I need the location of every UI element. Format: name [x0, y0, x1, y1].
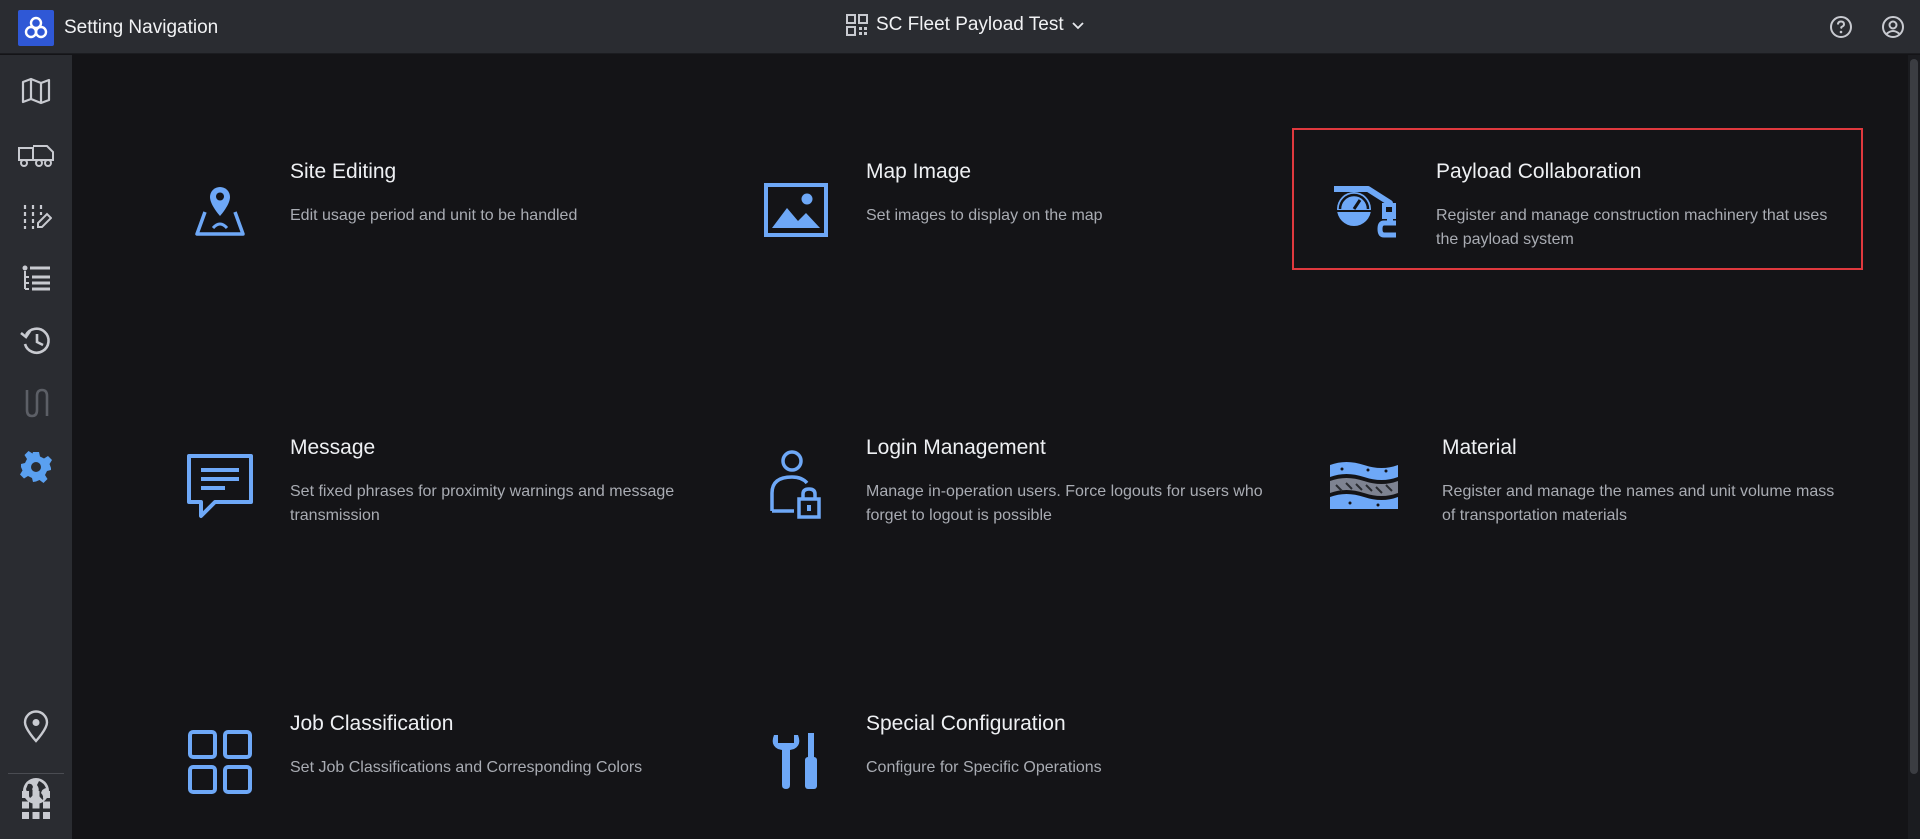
card-description: Edit usage period and unit to be handled	[290, 207, 578, 224]
card-title: Payload Collaboration	[1436, 160, 1642, 183]
history-icon	[20, 327, 50, 354]
truck-icon	[18, 145, 54, 167]
card-login-management[interactable]: Login Management Manage in-operation use…	[718, 406, 1278, 542]
qr-grid-icon	[846, 14, 868, 36]
edit-settings-icon	[23, 205, 52, 229]
sidebar-item-map[interactable]	[0, 65, 72, 117]
card-material[interactable]: Material Register and manage the names a…	[1292, 406, 1852, 542]
sidebar-item-list[interactable]	[0, 253, 72, 305]
chevron-down-icon	[1072, 22, 1084, 30]
map-icon	[21, 77, 51, 105]
site-editing-icon	[184, 174, 256, 246]
brand: Setting Navigation	[18, 10, 218, 46]
card-payload-collaboration[interactable]: Payload Collaboration Register and manag…	[1292, 128, 1863, 270]
card-site-editing[interactable]: Site Editing Edit usage period and unit …	[142, 130, 702, 266]
material-layers-icon	[1328, 450, 1400, 522]
settings-icon	[20, 451, 52, 483]
card-special-configuration[interactable]: Special Configuration Configure for Spec…	[718, 682, 1278, 818]
sidebar-item-vehicles[interactable]	[0, 128, 72, 180]
account-icon[interactable]	[1880, 14, 1906, 40]
card-title: Map Image	[866, 160, 972, 183]
card-description: Set images to display on the map	[866, 207, 1103, 224]
top-bar: Setting Navigation SC Fleet Payload Test	[0, 0, 1920, 54]
sidebar-item-route[interactable]	[0, 377, 72, 429]
card-title: Site Editing	[290, 160, 397, 183]
tools-icon	[760, 726, 832, 798]
sidebar-item-edit-settings[interactable]	[0, 191, 72, 243]
list-icon	[22, 265, 50, 291]
sidebar	[0, 55, 72, 839]
sidebar-item-settings[interactable]	[0, 441, 72, 493]
apps-grid-icon	[22, 791, 50, 819]
card-description: Manage in-operation users. Force logouts…	[866, 483, 1263, 524]
user-lock-icon	[760, 450, 832, 522]
card-job-classification[interactable]: Job Classification Set Job Classificatio…	[142, 682, 702, 818]
scrollbar[interactable]	[1908, 55, 1920, 839]
scroll-thumb[interactable]	[1910, 59, 1918, 774]
card-title: Message	[290, 436, 376, 459]
card-description: Register and manage construction machine…	[1436, 207, 1828, 248]
image-icon	[760, 174, 832, 246]
card-title: Material	[1442, 436, 1517, 459]
excavator-payload-icon	[1330, 174, 1402, 246]
card-description: Configure for Specific Operations	[866, 759, 1102, 776]
page-title: Setting Navigation	[64, 17, 219, 38]
card-map-image[interactable]: Map Image Set images to display on the m…	[718, 130, 1278, 266]
grid-squares-icon	[184, 726, 256, 798]
sidebar-item-location[interactable]	[0, 701, 72, 753]
sidebar-item-history[interactable]	[0, 315, 72, 367]
card-title: Special Configuration	[866, 712, 1066, 735]
sidebar-divider	[8, 773, 64, 774]
route-icon	[25, 388, 49, 418]
card-title: Job Classification	[290, 712, 454, 735]
card-description: Set Job Classifications and Correspondin…	[290, 759, 643, 776]
project-selector[interactable]: SC Fleet Payload Test	[846, 14, 1086, 36]
project-name: SC Fleet Payload Test	[876, 14, 1064, 35]
help-icon[interactable]	[1828, 14, 1854, 40]
card-message[interactable]: Message Set fixed phrases for proximity …	[142, 406, 702, 542]
message-icon	[184, 450, 256, 522]
card-description: Set fixed phrases for proximity warnings…	[290, 483, 675, 524]
card-description: Register and manage the names and unit v…	[1442, 483, 1835, 524]
card-title: Login Management	[866, 436, 1046, 459]
location-pin-icon	[23, 710, 49, 743]
sidebar-item-apps[interactable]	[0, 779, 72, 831]
app-logo-icon[interactable]	[18, 10, 54, 46]
